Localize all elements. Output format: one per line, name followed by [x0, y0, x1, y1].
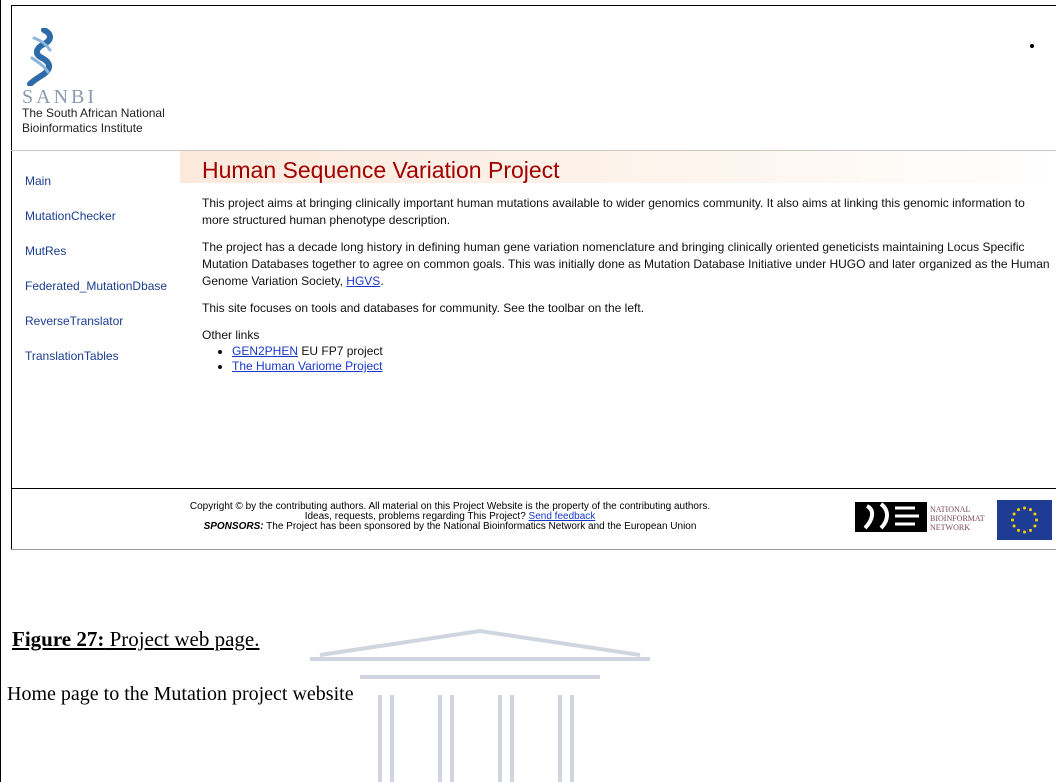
focus-paragraph: This site focuses on tools and databases…	[202, 301, 645, 315]
logo-subtitle-line2: Bioinformatics Institute	[22, 121, 143, 135]
other-links-list: GEN2PHEN EU FP7 project The Human Variom…	[202, 344, 1050, 374]
footer-copyright: Copyright © by the contributing authors.…	[130, 502, 770, 532]
sidebar-item-mutres[interactable]: MutRes	[25, 244, 185, 258]
nbn-text-line3: NETWORK	[930, 523, 970, 532]
figure-caption: Figure 27: Project web page.	[12, 626, 259, 652]
footer-divider	[11, 488, 1056, 489]
logo-subtitle-line1: The South African National	[22, 106, 165, 120]
other-links-label: Other links	[202, 328, 260, 342]
gen2phen-link[interactable]: GEN2PHEN	[232, 344, 298, 358]
sanbi-logo[interactable]: SANBI The South African National Bioinfo…	[22, 28, 222, 136]
sidebar-item-main[interactable]: Main	[25, 174, 185, 188]
sidebar-item-translationtables[interactable]: TranslationTables	[25, 349, 185, 363]
human-variome-link[interactable]: The Human Variome Project	[232, 359, 383, 373]
logo-wordmark: SANBI	[22, 86, 98, 108]
sidebar-item-federated-mutationdbase[interactable]: Federated_MutationDbase	[25, 279, 185, 293]
helix-logo-icon	[27, 28, 53, 86]
sponsors-label: SPONSORS:	[203, 521, 264, 532]
header-bullet-dot	[1030, 44, 1034, 48]
history-end: .	[380, 274, 384, 288]
screenshot-frame-top	[11, 5, 1056, 6]
figure-title: Project web page.	[104, 627, 260, 651]
screenshot-frame-left	[11, 5, 12, 550]
hgvs-link[interactable]: HGVS	[346, 274, 380, 288]
page-title: Human Sequence Variation Project	[202, 157, 560, 183]
screenshot-frame-bottom	[11, 549, 1056, 550]
nbn-text-line1: NATIONAL	[930, 505, 971, 514]
page-edge-rule	[0, 0, 1, 782]
sidebar-item-reversetranslator[interactable]: ReverseTranslator	[25, 314, 185, 328]
history-paragraph: The project has a decade long history in…	[202, 239, 1050, 290]
list-item: The Human Variome Project	[232, 359, 1050, 374]
figure-description: Home page to the Mutation project websit…	[7, 683, 354, 705]
university-watermark-icon	[310, 628, 650, 782]
sidebar-nav: Main MutationChecker MutRes Federated_Mu…	[25, 170, 185, 363]
main-content: Human Sequence Variation Project This pr…	[202, 155, 1050, 374]
gen2phen-suffix: EU FP7 project	[298, 344, 383, 358]
intro-paragraph: This project aims at bringing clinically…	[202, 196, 1025, 227]
nbn-text-line2: BIOINFORMATICS	[930, 514, 985, 523]
sponsors-line: SPONSORS: The Project has been sponsored…	[130, 522, 770, 532]
eu-stars-icon	[1011, 506, 1038, 534]
sponsors-text: The Project has been sponsored by the Na…	[263, 521, 697, 532]
list-item: GEN2PHEN EU FP7 project	[232, 344, 1050, 359]
figure-label: Figure 27:	[12, 627, 105, 651]
nbn-logo[interactable]: NATIONAL BIOINFORMATICS NETWORK	[855, 500, 997, 532]
nbn-emblem-icon: NATIONAL BIOINFORMATICS NETWORK	[855, 502, 997, 532]
eu-flag-logo[interactable]	[997, 500, 1052, 540]
other-links-section: Other links GEN2PHEN EU FP7 project The …	[202, 327, 1050, 374]
sidebar-item-mutationchecker[interactable]: MutationChecker	[25, 209, 185, 223]
history-text: The project has a decade long history in…	[202, 240, 1050, 288]
